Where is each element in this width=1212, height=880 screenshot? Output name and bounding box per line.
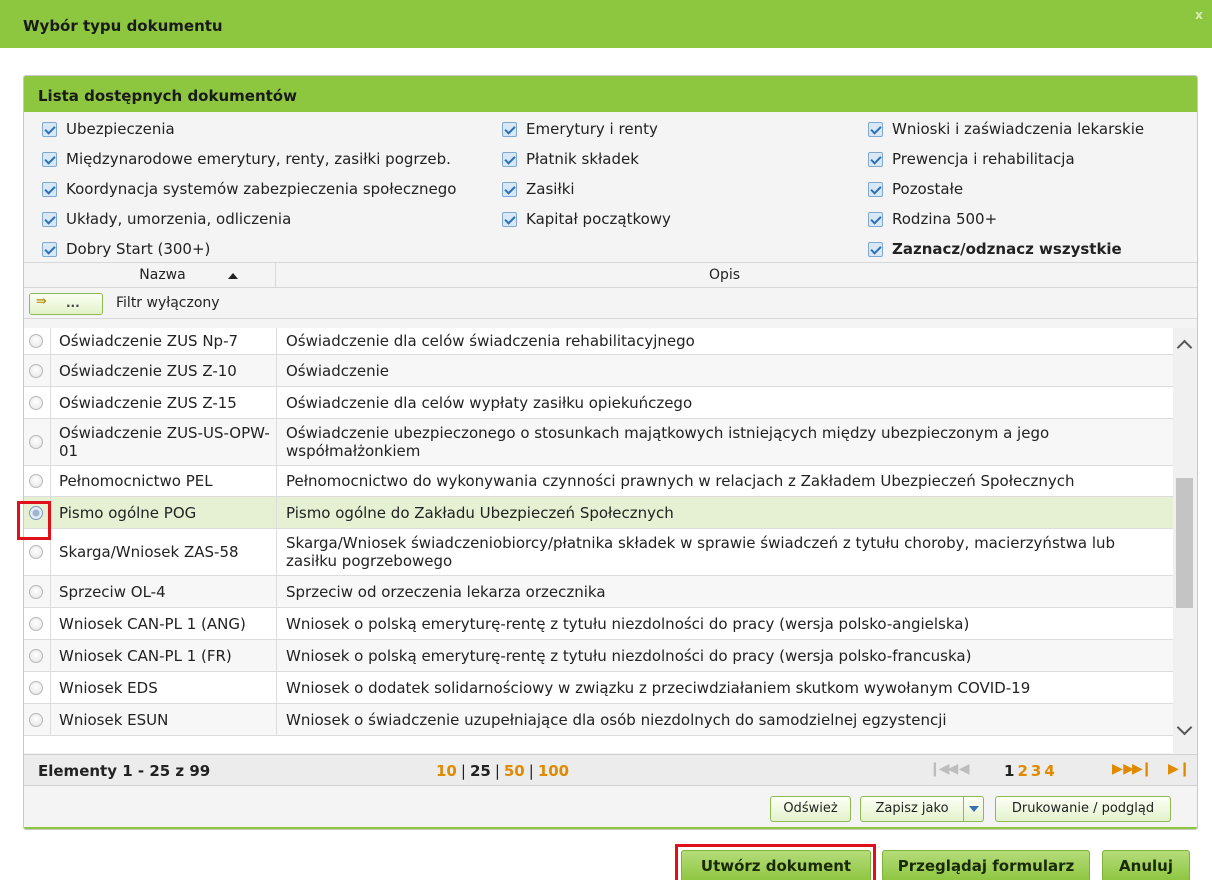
radio-icon[interactable] <box>29 713 43 727</box>
checkbox-uklady[interactable]: Układy, umorzenia, odliczenia <box>42 208 291 230</box>
documents-panel: Lista dostępnych dokumentów Ubezpieczeni… <box>23 75 1198 830</box>
table-row[interactable]: Wniosek CAN-PL 1 (FR) Wniosek o polską e… <box>24 640 1173 672</box>
checkbox-icon <box>502 181 517 197</box>
item-count: Elementy 1 - 25 z 99 <box>38 762 211 780</box>
sort-ascending-icon[interactable] <box>228 273 238 279</box>
checkbox-icon <box>42 211 57 227</box>
checkbox-select-all[interactable]: Zaznacz/odznacz wszystkie <box>868 238 1122 260</box>
table-row-selected[interactable]: Pismo ogólne POG Pismo ogólne do Zakładu… <box>24 497 1173 529</box>
filter-status: Filtr wyłączony <box>116 295 220 311</box>
column-headers: Nazwa Opis <box>24 262 1197 288</box>
checkbox-zasilki[interactable]: Zasiłki <box>502 178 575 200</box>
checkbox-icon <box>42 241 57 257</box>
page-4[interactable]: 4 <box>1044 762 1057 780</box>
page-size-10[interactable]: 10 <box>436 762 457 780</box>
radio-icon[interactable] <box>29 545 43 559</box>
checkbox-icon <box>502 121 517 137</box>
table-toolbar: Odśwież Zapisz jako Drukowanie / podgląd <box>24 787 1197 829</box>
checkbox-platnik[interactable]: Płatnik składek <box>502 148 639 170</box>
cancel-button[interactable]: Anuluj <box>1102 850 1190 880</box>
checkbox-kapital[interactable]: Kapitał początkowy <box>502 208 671 230</box>
page-size-50[interactable]: 50 <box>504 762 525 780</box>
scroll-thumb[interactable] <box>1176 478 1193 608</box>
radio-icon[interactable] <box>29 474 43 488</box>
radio-icon[interactable] <box>29 364 43 378</box>
pagination-bar: Elementy 1 - 25 z 99 10 | 25 | 50 | 100 ❙◀◀ ◀ … <box>24 754 1197 786</box>
page-size-25: 25 <box>469 762 491 780</box>
checkbox-koordynacja[interactable]: Koordynacja systemów zabezpieczenia społ… <box>42 178 456 200</box>
page-2[interactable]: 2 <box>1017 762 1030 780</box>
panel-header: Lista dostępnych dokumentów <box>24 76 1197 112</box>
category-filters: Ubezpieczenia Emerytury i renty Wnioski … <box>24 112 1197 262</box>
next-page-icon[interactable]: ▶ ▶▶❙ <box>1112 761 1153 777</box>
checkbox-pozostale[interactable]: Pozostałe <box>868 178 963 200</box>
radio-icon[interactable] <box>29 585 43 599</box>
page-numbers: 1234 <box>1004 762 1058 780</box>
refresh-button[interactable]: Odśwież <box>770 796 851 822</box>
save-as-button[interactable]: Zapisz jako <box>860 796 984 822</box>
checkbox-ubezpieczenia[interactable]: Ubezpieczenia <box>42 118 175 140</box>
close-icon[interactable]: x <box>1192 8 1206 22</box>
table-row[interactable]: Sprzeciw OL-4 Sprzeciw od orzeczenia lek… <box>24 576 1173 608</box>
page-size-100[interactable]: 100 <box>538 762 569 780</box>
create-document-button[interactable]: Utwórz dokument <box>681 850 871 880</box>
checkbox-rodzina-500[interactable]: Rodzina 500+ <box>868 208 997 230</box>
table-row[interactable]: Oświadczenie ZUS Np-7 Oświadczenie dla c… <box>24 328 1173 355</box>
table-row[interactable]: Oświadczenie ZUS-US-OPW-01 Oświadczenie … <box>24 419 1173 466</box>
dialog-title: Wybór typu dokumentu <box>23 17 223 35</box>
table-row[interactable]: Oświadczenie ZUS Z-15 Oświadczenie dla c… <box>24 387 1173 419</box>
table-row[interactable]: Skarga/Wniosek ZAS-58 Skarga/Wniosek świ… <box>24 529 1173 576</box>
filter-row: ⇛ ... Filtr wyłączony <box>24 289 1197 319</box>
radio-icon[interactable] <box>29 617 43 631</box>
page-1: 1 <box>1004 762 1018 780</box>
radio-selected-icon[interactable] <box>29 506 43 520</box>
table-row[interactable]: Wniosek CAN-PL 1 (ANG) Wniosek o polską … <box>24 608 1173 640</box>
column-header-name[interactable]: Nazwa <box>50 263 276 287</box>
checkbox-icon <box>868 181 883 197</box>
checkbox-wnioski-lekarskie[interactable]: Wnioski i zaświadczenia lekarskie <box>868 118 1144 140</box>
browse-form-button[interactable]: Przeglądaj formularz <box>882 850 1090 880</box>
last-page-icon[interactable]: ▶❙ <box>1168 761 1191 777</box>
checkbox-icon <box>42 151 57 167</box>
filter-arrow-icon: ⇛ <box>36 294 47 309</box>
checkbox-icon <box>502 211 517 227</box>
radio-icon[interactable] <box>29 334 43 348</box>
page-3[interactable]: 3 <box>1031 762 1044 780</box>
first-page-icon: ❙◀◀ ◀ <box>929 761 970 777</box>
checkbox-miedzynarodowe[interactable]: Międzynarodowe emerytury, renty, zasiłki… <box>42 148 451 170</box>
checkbox-icon <box>868 241 883 257</box>
checkbox-icon <box>868 121 883 137</box>
checkbox-icon <box>42 181 57 197</box>
panel-title: Lista dostępnych dokumentów <box>38 87 297 105</box>
print-preview-button[interactable]: Drukowanie / podgląd <box>995 796 1171 822</box>
radio-icon[interactable] <box>29 649 43 663</box>
radio-icon[interactable] <box>29 396 43 410</box>
table-row[interactable]: Oświadczenie ZUS Z-10 Oświadczenie <box>24 355 1173 387</box>
checkbox-dobry-start[interactable]: Dobry Start (300+) <box>42 238 210 260</box>
scroll-down-icon[interactable] <box>1176 719 1193 736</box>
radio-icon[interactable] <box>29 681 43 695</box>
radio-icon[interactable] <box>29 435 43 449</box>
page-size-selector: 10 | 25 | 50 | 100 <box>436 762 570 780</box>
filter-button[interactable]: ⇛ ... <box>29 293 103 315</box>
checkbox-icon <box>42 121 57 137</box>
column-header-description[interactable]: Opis <box>276 263 1173 287</box>
documents-table: Oświadczenie ZUS Np-7 Oświadczenie dla c… <box>24 328 1173 753</box>
checkbox-icon <box>868 211 883 227</box>
dropdown-arrow-icon[interactable] <box>963 797 983 821</box>
table-scrollbar[interactable] <box>1173 328 1197 753</box>
table-row[interactable]: Wniosek EDS Wniosek o dodatek solidarnoś… <box>24 672 1173 704</box>
checkbox-icon <box>502 151 517 167</box>
table-row[interactable]: Pełnomocnictwo PEL Pełnomocnictwo do wyk… <box>24 466 1173 497</box>
checkbox-prewencja[interactable]: Prewencja i rehabilitacja <box>868 148 1075 170</box>
dialog-titlebar: Wybór typu dokumentu x <box>0 0 1212 48</box>
table-row[interactable]: Wniosek ESUN Wniosek o świadczenie uzupe… <box>24 704 1173 736</box>
scroll-up-icon[interactable] <box>1176 339 1193 356</box>
checkbox-emerytury[interactable]: Emerytury i renty <box>502 118 658 140</box>
checkbox-icon <box>868 151 883 167</box>
